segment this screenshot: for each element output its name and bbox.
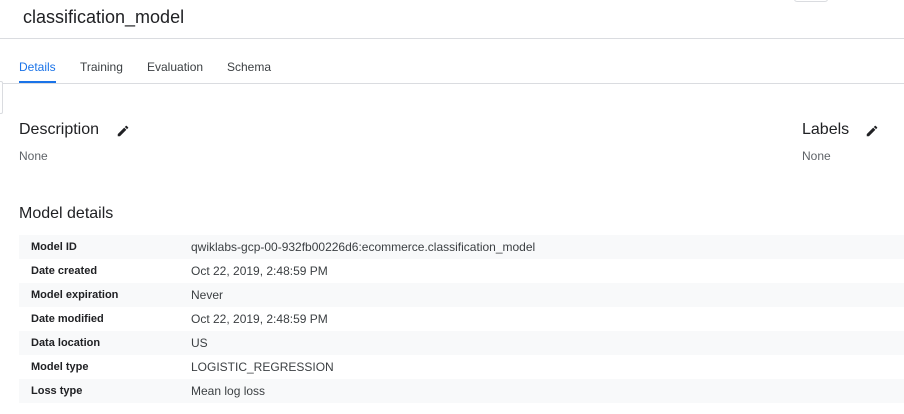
description-value: None: [19, 149, 48, 163]
tab-bar: Details Training Evaluation Schema: [0, 39, 904, 84]
table-row-data-location: Data location US: [19, 331, 904, 355]
row-value: qwiklabs-gcp-00-932fb00226d6:ecommerce.c…: [191, 240, 536, 254]
description-heading: Description: [19, 121, 100, 138]
active-tab-indicator: [19, 81, 56, 83]
row-key: Data location: [31, 337, 101, 349]
row-value: US: [191, 336, 208, 350]
labels-value: None: [802, 149, 831, 163]
model-details-heading: Model details: [19, 205, 114, 222]
table-row-loss-type: Loss type Mean log loss: [19, 379, 904, 403]
row-key: Date modified: [31, 313, 104, 325]
table-row-model-expiration: Model expiration Never: [19, 283, 904, 307]
row-key: Model expiration: [31, 289, 119, 301]
row-value: Never: [191, 288, 224, 302]
edit-description-pencil-icon[interactable]: [116, 124, 130, 138]
labels-heading: Labels: [802, 121, 850, 138]
toolbar-button[interactable]: [794, 0, 828, 2]
model-details-table: Model ID qwiklabs-gcp-00-932fb00226d6:ec…: [19, 235, 904, 403]
row-value: Oct 22, 2019, 2:48:59 PM: [191, 264, 328, 278]
table-row-model-id: Model ID qwiklabs-gcp-00-932fb00226d6:ec…: [19, 235, 904, 259]
row-key: Model ID: [31, 241, 77, 253]
row-value: Oct 22, 2019, 2:48:59 PM: [191, 312, 328, 326]
table-row-model-type: Model type LOGISTIC_REGRESSION: [19, 355, 904, 379]
page-title: classification_model: [23, 7, 185, 27]
tab-schema[interactable]: Schema: [227, 60, 271, 74]
row-key: Model type: [31, 361, 89, 373]
tab-evaluation[interactable]: Evaluation: [147, 60, 203, 74]
side-panel-handle[interactable]: [0, 81, 3, 114]
row-value: LOGISTIC_REGRESSION: [191, 360, 334, 374]
row-value: Mean log loss: [191, 384, 266, 398]
table-row-date-created: Date created Oct 22, 2019, 2:48:59 PM: [19, 259, 904, 283]
edit-labels-pencil-icon[interactable]: [865, 124, 879, 138]
tab-training[interactable]: Training: [80, 60, 123, 74]
row-key: Date created: [31, 265, 98, 277]
model-details-page: classification_model Details Training Ev…: [0, 0, 904, 414]
tab-details[interactable]: Details: [19, 60, 56, 74]
title-bar: classification_model: [0, 0, 904, 39]
row-key: Loss type: [31, 385, 83, 397]
table-row-date-modified: Date modified Oct 22, 2019, 2:48:59 PM: [19, 307, 904, 331]
